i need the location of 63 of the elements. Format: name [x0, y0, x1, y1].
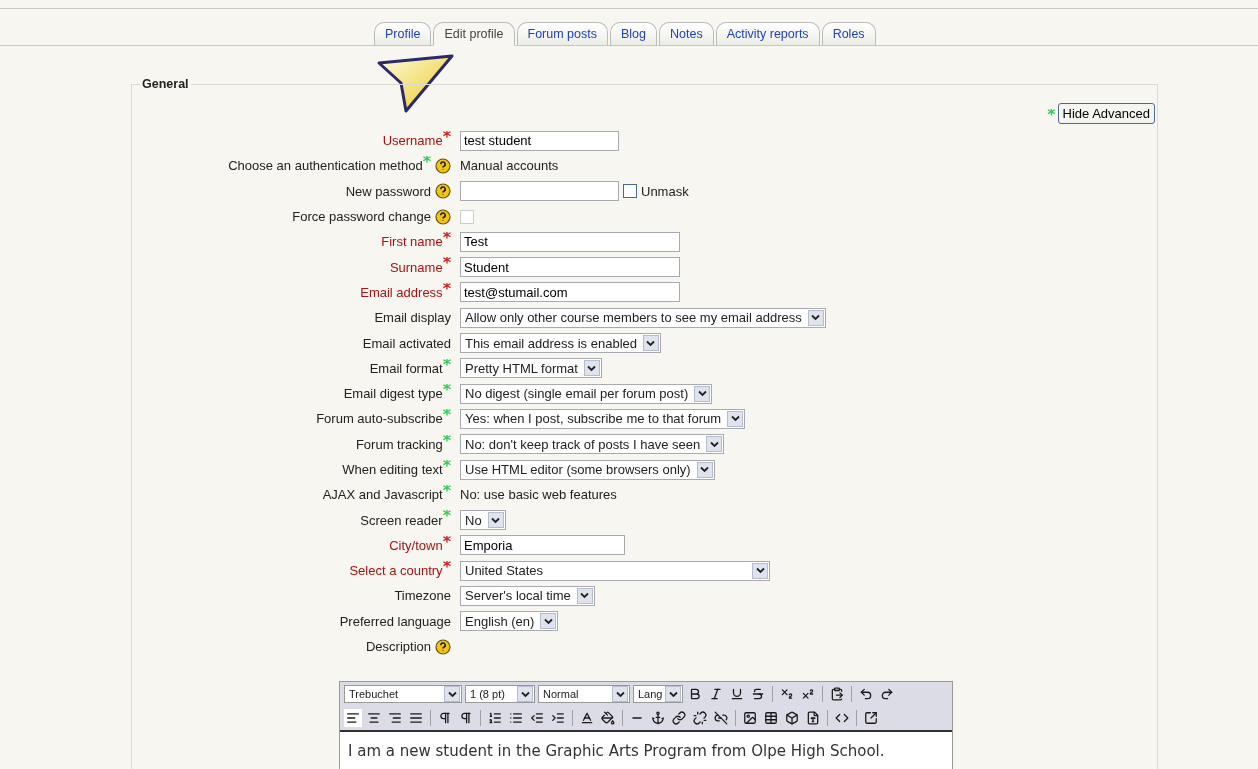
field-label: Surname [389, 259, 443, 275]
field-label: Email activated [362, 335, 451, 351]
help-icon[interactable] [435, 638, 451, 655]
field-label: When editing text [342, 462, 443, 477]
tab[interactable]: Roles [821, 22, 876, 46]
field-label: Timezone [394, 588, 451, 604]
field-label: New password [345, 183, 431, 199]
field-label: Email address [360, 284, 443, 300]
password-field[interactable] [460, 181, 619, 202]
help-icon[interactable] [435, 183, 451, 200]
language-dropdown[interactable]: Lang [633, 685, 684, 704]
field-label: Description [365, 639, 431, 655]
editor-text[interactable]: I am a new student in the Graphic Arts Program from Olpe High School. [340, 730, 952, 769]
dropdown[interactable]: Yes: when I post, subscribe me to that forum [460, 408, 746, 429]
hide-advanced-button[interactable]: Hide Advanced [1057, 103, 1155, 124]
field-label: Username [382, 133, 443, 149]
dropdown[interactable]: United States [460, 560, 770, 581]
tab[interactable]: Edit profile [433, 22, 515, 46]
field-label: Choose an authentication method [228, 158, 423, 174]
font-dropdown[interactable]: Trebuchet [344, 685, 462, 704]
tab[interactable]: Blog [609, 22, 657, 46]
text-field[interactable]: Emporia [460, 535, 625, 556]
tab[interactable]: Notes [659, 22, 714, 46]
size-dropdown[interactable]: 1 (8 pt) [465, 685, 535, 704]
pointer-arrow-icon [376, 53, 456, 115]
section-legend: General [140, 77, 191, 91]
align-left-icon[interactable] [344, 709, 362, 728]
static-value: No: use basic web features [460, 487, 617, 503]
unmask-label: Unmask [641, 183, 689, 199]
field-label: Select a country [349, 563, 443, 579]
field-label: Email display [374, 310, 451, 326]
field-label: Force password change [292, 209, 431, 225]
tab[interactable]: Profile [374, 22, 432, 46]
dropdown[interactable]: No digest (single email per forum post) [460, 383, 713, 404]
text-field[interactable]: Student [460, 257, 680, 278]
tab[interactable]: Activity reports [715, 22, 820, 46]
dropdown[interactable]: This email address is enabled [460, 333, 661, 353]
text-field[interactable]: test student [460, 130, 619, 151]
field-label: Email digest type [343, 386, 443, 402]
field-label: Preferred language [339, 613, 451, 629]
field-label: First name [381, 234, 443, 250]
unmask-checkbox[interactable] [623, 184, 637, 199]
field-label: AJAX and Javascript [322, 487, 443, 503]
unlink-icon[interactable] [691, 709, 709, 728]
text-field[interactable]: test@stumail.com [460, 282, 680, 303]
dropdown[interactable]: Pretty HTML format [460, 358, 602, 379]
dropdown[interactable]: Server's local time [460, 586, 595, 606]
dropdown[interactable]: No: don't keep track of posts I have seen [460, 434, 725, 455]
field-label: Email format [369, 360, 443, 376]
static-value: Manual accounts [460, 158, 559, 174]
field-label: Forum auto-subscribe [316, 411, 443, 427]
dropdown[interactable]: English (en) [460, 611, 559, 632]
field-label: Screen reader [360, 512, 443, 528]
tab[interactable]: Forum posts [516, 22, 608, 46]
field-label: City/town [389, 537, 443, 553]
dropdown[interactable]: No [460, 510, 506, 531]
help-icon[interactable] [435, 157, 451, 174]
format-dropdown[interactable]: Normal [538, 685, 630, 704]
field-label: Forum tracking [355, 436, 443, 452]
link-icon[interactable] [670, 709, 688, 728]
dropdown[interactable]: Use HTML editor (some browsers only) [460, 459, 715, 480]
dropdown[interactable]: Allow only other course members to see my email address [460, 307, 826, 328]
text-field[interactable]: Test [460, 231, 680, 252]
